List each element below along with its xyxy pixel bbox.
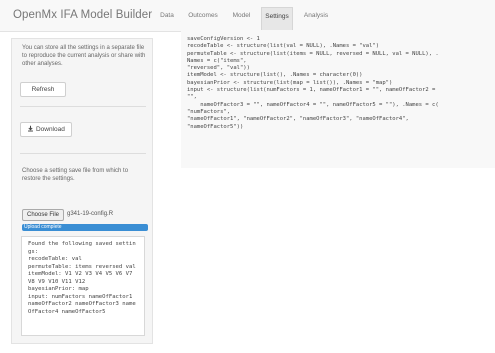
tab-outcomes[interactable]: Outcomes [186,9,220,32]
code-line: "reversed", "val")) [187,65,250,72]
file-input: Choose File g341-19-config.R [22,209,150,221]
code-line: "nameOfFactor5")) [187,123,244,130]
settings-sidebar: You can store all the settings in a sepa… [11,38,153,344]
download-icon [28,125,34,132]
code-line: recodeTable <- structure(list(val = NULL… [187,43,380,50]
refresh-button[interactable]: Refresh [20,82,66,97]
output-line: input: numFactors nameOfFactor1 nameOfFa… [28,293,136,315]
navbar: OpenMx IFA Model Builder Data Outcomes M… [0,0,495,32]
download-button[interactable]: Download [20,122,72,137]
tab-data[interactable]: Data [157,9,177,32]
output-line: bayesianPrior: map [28,286,89,292]
code-line: "numFactors", [187,108,231,115]
tab-model[interactable]: Model [228,9,255,32]
code-line: bayesianPrior <- structure(list(map = li… [187,79,393,86]
code-line: Names = c("items", [187,57,247,64]
refresh-button-label: Refresh [31,86,55,93]
output-line: permuteTable: items reversed val [28,263,136,270]
saved-settings-output: Found the following saved settings: reco… [21,236,145,336]
tab-settings[interactable]: Settings [261,7,293,30]
choose-file-button[interactable]: Choose File [22,209,64,221]
code-line: nameOfFactor3 = "", nameOfFactor4 = "", … [187,101,439,108]
output-line: Found the following saved settings: [28,241,136,255]
code-line: "nameOfFactor1", "nameOfFactor2", "nameO… [187,116,409,123]
code-line: itemModel <- structure(list(), .Names = … [187,72,363,79]
tab-analysis[interactable]: Analysis [300,9,332,32]
app-title[interactable]: OpenMx IFA Model Builder [13,9,152,21]
settings-code-output: saveConfigVersion <- 1 recodeTable <- st… [181,30,495,168]
upload-progress-bar: Upload complete [22,224,148,231]
download-button-label: Download [35,126,65,133]
code-line: input <- structure(list(numFactors = 1, … [187,87,436,94]
code-line: "", [187,94,197,101]
code-line: permuteTable <- structure(list(items = N… [187,50,439,57]
upload-status: Upload complete [24,224,62,230]
divider [20,106,146,107]
file-name: g341-19-config.R [67,211,114,217]
restore-instructions: Choose a setting save file from which to… [22,168,129,182]
code-line: saveConfigVersion <- 1 [187,36,260,42]
output-line: itemModel: V1 V2 V3 V4 V5 V6 V7 V8 V9 V1… [28,271,136,285]
divider [20,153,146,154]
intro-text: You can store all the settings in a sepa… [22,45,146,67]
output-line: recodeTable: val [28,256,82,262]
